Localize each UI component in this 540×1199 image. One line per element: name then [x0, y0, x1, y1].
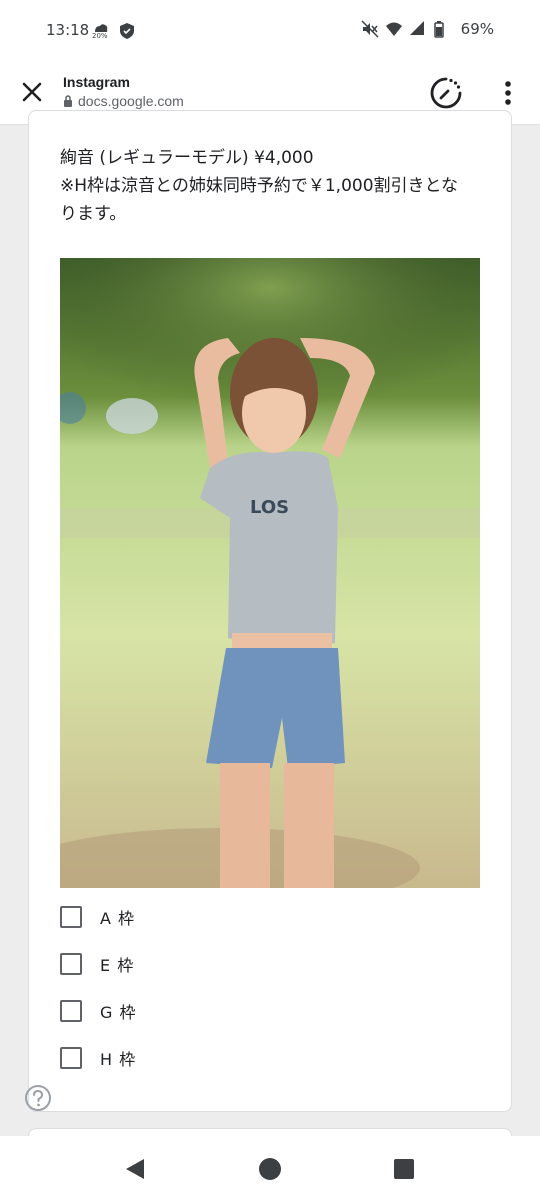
help-circle-icon	[25, 1085, 51, 1111]
option-label: E 枠	[100, 956, 135, 975]
checkbox[interactable]	[60, 1047, 82, 1069]
close-button[interactable]	[16, 76, 48, 108]
navigation-bar	[0, 1136, 540, 1199]
home-button[interactable]	[255, 1154, 285, 1184]
option-a[interactable]: A 枠	[60, 902, 360, 932]
page-title: Instagram	[63, 74, 130, 90]
svg-text:LOS: LOS	[250, 497, 289, 518]
battery-percent: 69%	[460, 20, 494, 38]
checkbox[interactable]	[60, 906, 82, 928]
shield-icon	[118, 22, 136, 40]
description-line: 絢音 (レギュラーモデル) ¥4,000	[60, 148, 314, 168]
help-button[interactable]	[24, 1084, 52, 1112]
option-h[interactable]: H 枠	[60, 1043, 360, 1073]
signal-icon	[409, 20, 427, 38]
option-g[interactable]: G 枠	[60, 996, 360, 1026]
status-time: 13:18	[46, 21, 90, 39]
home-icon	[259, 1158, 281, 1180]
url-text: docs.google.com	[78, 93, 184, 109]
more-options-button[interactable]	[492, 73, 524, 113]
status-bar: 13:18 20% 69%	[0, 0, 540, 62]
mute-icon	[361, 20, 379, 38]
close-icon	[22, 82, 42, 102]
option-label: H 枠	[100, 1050, 137, 1069]
lock-icon	[64, 95, 72, 107]
back-button[interactable]	[120, 1154, 150, 1184]
more-vert-icon	[505, 81, 511, 105]
option-e[interactable]: E 枠	[60, 949, 360, 979]
checkbox[interactable]	[60, 953, 82, 975]
timer-icon	[430, 77, 462, 109]
data-saver-label: 20%	[92, 32, 108, 40]
wifi-icon	[385, 20, 403, 38]
url-bar[interactable]: docs.google.com	[63, 93, 184, 109]
question-description: 絢音 (レギュラーモデル) ¥4,000 ※H枠は涼音との姉妹同時予約で￥1,0…	[60, 144, 490, 228]
recents-icon	[394, 1159, 414, 1179]
battery-icon	[433, 20, 451, 38]
back-icon	[126, 1159, 144, 1179]
model-photo: LOS	[60, 258, 480, 888]
option-label: A 枠	[100, 909, 136, 928]
checkbox[interactable]	[60, 1000, 82, 1022]
recents-button[interactable]	[389, 1154, 419, 1184]
data-saver-icon: 20%	[92, 20, 110, 42]
description-line: ります。	[60, 204, 127, 224]
timer-button[interactable]	[426, 73, 466, 113]
description-line: ※H枠は涼音との姉妹同時予約で￥1,000割引きとな	[60, 176, 459, 196]
option-label: G 枠	[100, 1003, 137, 1022]
